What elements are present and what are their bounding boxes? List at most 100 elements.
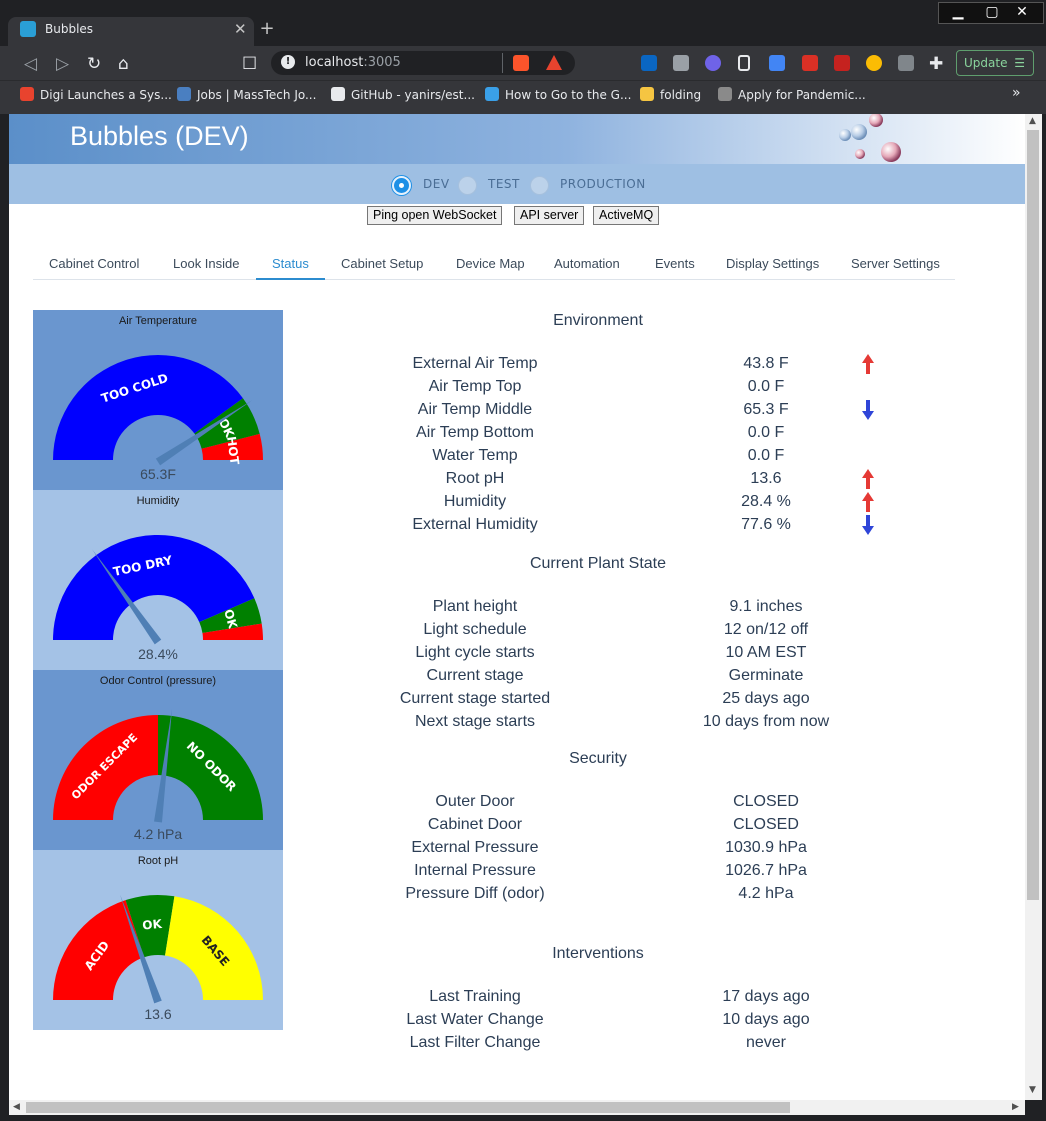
status-label: Root pH <box>445 470 505 487</box>
brave-shields-icon[interactable] <box>513 55 529 71</box>
bookmark-label: Digi Launches a Sys... <box>40 88 172 102</box>
status-value: 10 days ago <box>722 1011 810 1028</box>
forward-icon[interactable]: ▷ <box>56 54 69 74</box>
active-tab-indicator <box>256 278 325 280</box>
api-server-button[interactable]: API server <box>514 206 585 225</box>
minimize-button[interactable]: ▁ <box>940 3 976 23</box>
bookmark-label: How to Go to the G... <box>505 88 632 102</box>
extensions-puzzle-icon[interactable]: ✚ <box>929 54 943 74</box>
env-radio-production[interactable] <box>530 176 549 195</box>
scroll-down-icon[interactable]: ▼ <box>1029 1085 1036 1095</box>
pdf-extension-icon[interactable] <box>834 55 850 71</box>
status-label: Humidity <box>443 493 507 510</box>
gauge-value: 28.4% <box>138 646 178 662</box>
tab-look-inside[interactable]: Look Inside <box>173 256 240 271</box>
bookmark-item[interactable]: Jobs | MassTech Jo... <box>177 87 316 102</box>
status-value: CLOSED <box>733 793 799 810</box>
bookmark-label: folding <box>660 88 702 102</box>
gauge-value: 4.2 hPa <box>133 826 183 842</box>
tab-device-map[interactable]: Device Map <box>456 256 525 271</box>
env-label-dev[interactable]: DEV <box>423 177 450 191</box>
bookmark-label: GitHub - yanirs/est... <box>351 88 475 102</box>
tab-title: Bubbles <box>45 22 94 36</box>
status-label: External Humidity <box>412 516 538 533</box>
status-label: Last Training <box>429 988 521 1005</box>
bubbles-favicon-icon <box>20 21 36 37</box>
status-label: Last Filter Change <box>409 1034 541 1051</box>
bookmarks-overflow-icon[interactable]: » <box>1012 85 1021 101</box>
url-host: localhost <box>305 55 364 70</box>
menu-icon: ☰ <box>1014 56 1025 70</box>
new-tab-button[interactable]: + <box>258 20 276 38</box>
brave-rewards-icon[interactable] <box>546 55 562 70</box>
close-window-button[interactable]: ✕ <box>1004 3 1040 23</box>
translate-extension-icon[interactable] <box>769 55 785 71</box>
gauge-dial: ACIDOKBASE <box>53 894 263 1004</box>
reload-icon[interactable]: ↻ <box>87 54 101 74</box>
update-button[interactable]: Update ☰ <box>956 50 1034 76</box>
copy-extension-icon[interactable] <box>898 55 914 71</box>
rainbow-extension-icon[interactable] <box>866 55 882 71</box>
github-icon <box>331 87 345 101</box>
activemq-button[interactable]: ActiveMQ <box>593 206 660 225</box>
env-label-production[interactable]: PRODUCTION <box>560 177 646 191</box>
status-value: 0.0 F <box>747 378 785 395</box>
trend-down-arrow-icon <box>862 515 874 535</box>
bookmark-item[interactable]: Digi Launches a Sys... <box>20 87 172 102</box>
check-extension-icon[interactable] <box>705 55 721 71</box>
status-value: 4.2 hPa <box>738 885 794 902</box>
bookmark-extension-icon[interactable] <box>738 55 750 71</box>
status-value: never <box>745 1034 787 1051</box>
scroll-left-icon[interactable]: ◀ <box>13 1102 20 1112</box>
gauge-odor-control-pressure: Odor Control (pressure) ODOR ESCAPE NO ODO… <box>33 670 283 850</box>
gauge-dial: TOO COLDOKHOT <box>53 355 263 467</box>
back-icon[interactable]: ◁ <box>24 54 37 74</box>
env-radio-test[interactable] <box>458 176 477 195</box>
scroll-right-icon[interactable]: ▶ <box>1012 1102 1019 1112</box>
status-label: External Pressure <box>411 839 539 856</box>
status-label: Internal Pressure <box>414 862 536 879</box>
env-label-test[interactable]: TEST <box>488 177 520 191</box>
tab-server-settings[interactable]: Server Settings <box>851 256 940 271</box>
bookmark-icon[interactable]: ☐ <box>242 54 257 74</box>
puzzle-red-extension-icon[interactable] <box>802 55 818 71</box>
gauge-segment-label: HOT <box>224 436 242 467</box>
trend-down-arrow-icon <box>862 400 874 420</box>
folder-icon <box>640 87 654 101</box>
status-value: 10 days from now <box>702 713 830 730</box>
horizontal-scroll-thumb[interactable] <box>26 1102 790 1113</box>
seal-icon <box>718 87 732 101</box>
url-text[interactable]: localhost:3005 <box>305 55 401 70</box>
status-value: 17 days ago <box>722 988 810 1005</box>
status-value: 77.6 % <box>741 516 791 533</box>
tab-status[interactable]: Status <box>272 256 309 271</box>
close-tab-icon[interactable]: ✕ <box>234 20 247 38</box>
bookmark-item[interactable]: GitHub - yanirs/est... <box>331 87 475 102</box>
bubbles-logo-icon <box>839 114 901 162</box>
url-port: :3005 <box>363 55 401 70</box>
bookmark-label: Jobs | MassTech Jo... <box>197 88 317 102</box>
tab-cabinet-setup[interactable]: Cabinet Setup <box>341 256 423 271</box>
tab-display-settings[interactable]: Display Settings <box>726 256 819 271</box>
scroll-up-icon[interactable]: ▲ <box>1029 116 1036 126</box>
status-value: CLOSED <box>733 816 799 833</box>
gauge-humidity: Humidity TOO DRY OK 28.4% <box>33 490 283 670</box>
bookmark-item[interactable]: Apply for Pandemic... <box>718 87 866 102</box>
home-icon[interactable]: ⌂ <box>118 54 129 74</box>
tab-events[interactable]: Events <box>655 256 695 271</box>
bookmark-item[interactable]: folding <box>640 87 701 102</box>
camera-extension-icon[interactable] <box>673 55 689 71</box>
section-title: Current Plant State <box>529 555 667 572</box>
gauge-root-ph: Root pH ACID OK BASE 13.6 <box>33 850 283 1030</box>
status-label: Last Water Change <box>406 1011 544 1028</box>
tab-cabinet-control[interactable]: Cabinet Control <box>49 256 139 271</box>
vertical-scroll-thumb[interactable] <box>1027 130 1039 900</box>
site-info-icon[interactable]: ! <box>281 55 295 69</box>
gauge-air-temperature: Air Temperature TOO COLD OK HOT 65.3F <box>33 310 283 490</box>
env-radio-dev[interactable] <box>392 176 411 195</box>
status-label: Air Temp Middle <box>417 401 533 418</box>
linkedin-extension-icon[interactable] <box>641 55 657 71</box>
bookmark-item[interactable]: How to Go to the G... <box>485 87 631 102</box>
tab-automation[interactable]: Automation <box>554 256 620 271</box>
ping-websocket-button[interactable]: Ping open WebSocket <box>367 206 503 225</box>
